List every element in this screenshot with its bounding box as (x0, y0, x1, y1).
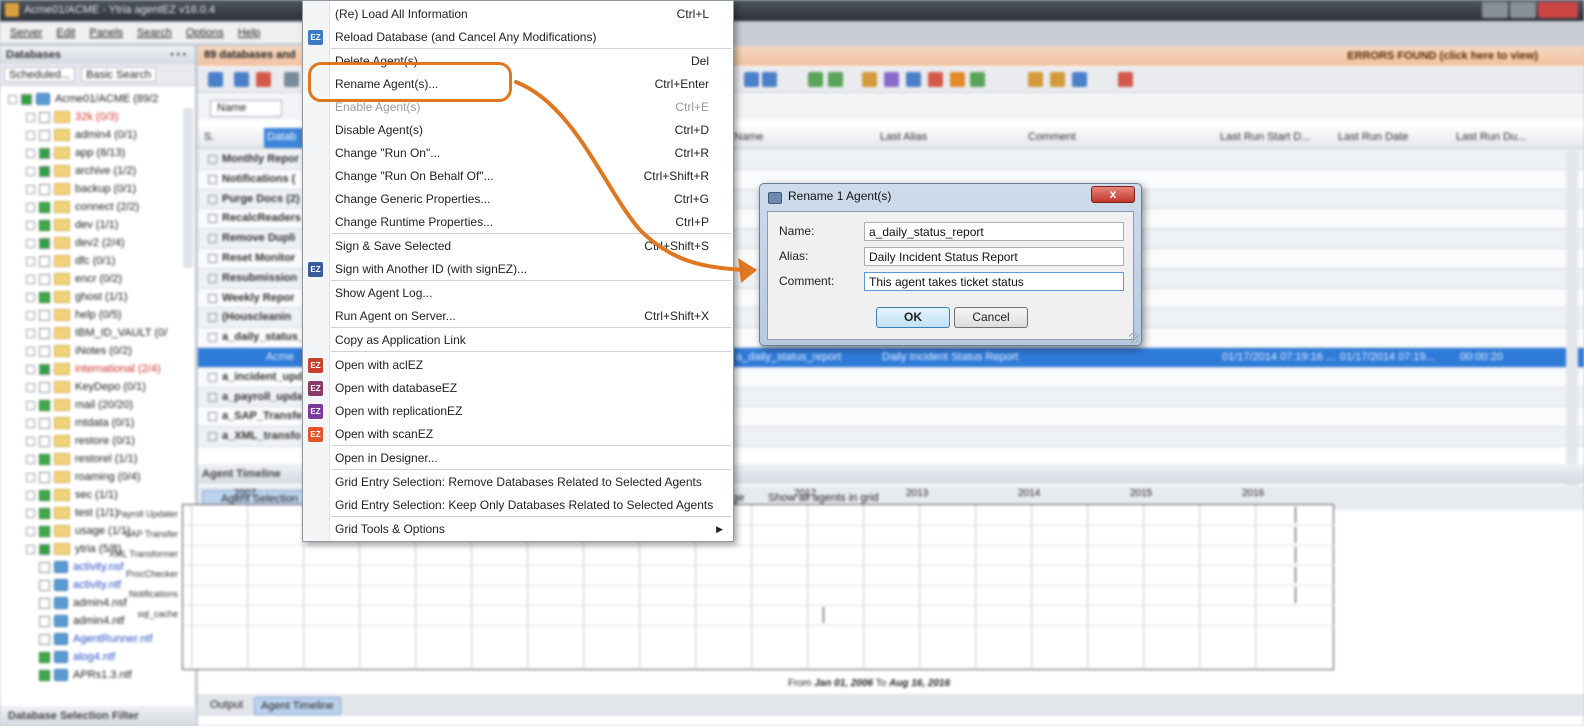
callout-arrow (514, 80, 757, 283)
cancel-button[interactable]: Cancel (954, 307, 1028, 328)
ok-button[interactable]: OK (876, 307, 950, 328)
resize-grip[interactable] (1129, 333, 1139, 343)
comment-label: Comment: (779, 274, 835, 288)
dialog-title: Rename 1 Agent(s) (788, 189, 892, 203)
alias-label: Alias: (779, 249, 809, 263)
dialog-body: Name: Alias: Comment: OK Cancel (767, 211, 1134, 340)
alias-field[interactable] (864, 247, 1124, 266)
comment-field[interactable] (864, 272, 1124, 291)
close-button[interactable]: x (1091, 186, 1135, 203)
name-label: Name: (779, 224, 815, 238)
rename-agents-dialog: Rename 1 Agent(s) x Name: Alias: Comment… (759, 183, 1142, 346)
name-field[interactable] (864, 222, 1124, 241)
